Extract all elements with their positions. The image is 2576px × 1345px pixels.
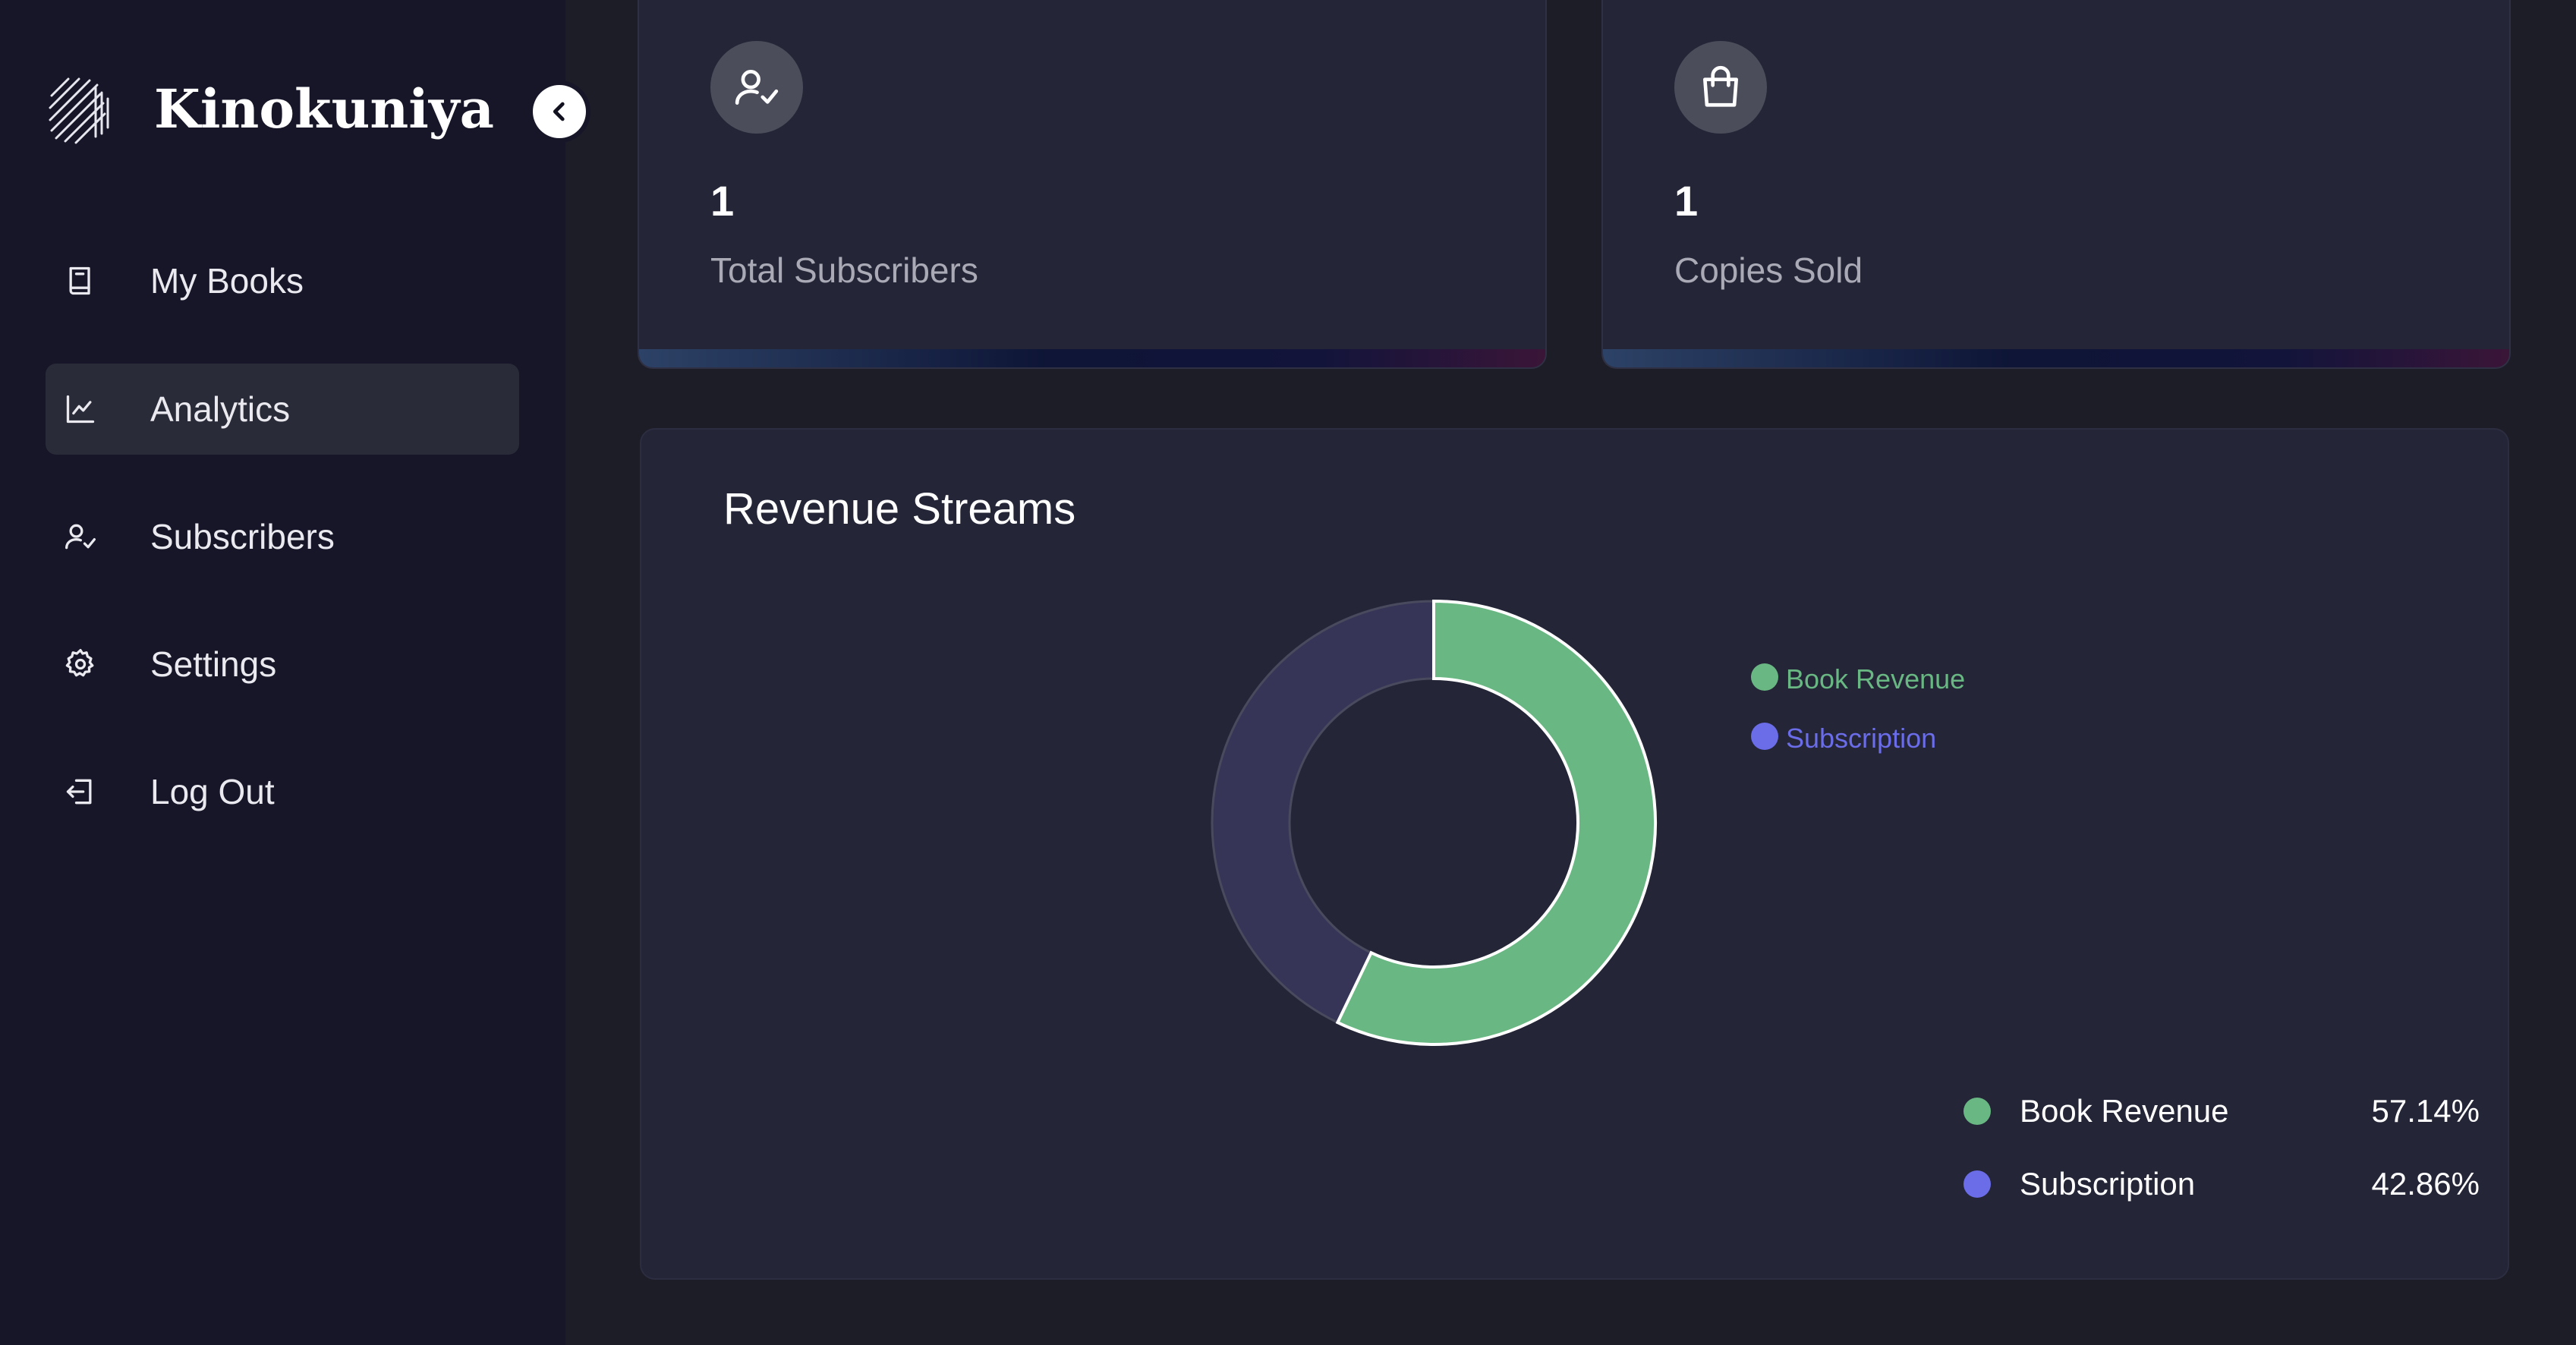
logout-icon [66, 779, 92, 805]
user-check-icon [735, 70, 779, 105]
sidebar-item-analytics[interactable]: Analytics [46, 364, 519, 455]
breakdown-row: Subscription 42.86% [1963, 1148, 2480, 1221]
breakdown-percent: 42.86% [2371, 1166, 2480, 1202]
sidebar-item-my-books[interactable]: My Books [46, 235, 519, 326]
sidebar-item-subscribers[interactable]: Subscribers [46, 491, 519, 582]
sidebar-item-settings[interactable]: Settings [46, 619, 519, 710]
stat-label: Copies Sold [1674, 250, 1863, 290]
sidebar-item-label: Analytics [150, 389, 291, 429]
stat-label: Total Subscribers [710, 250, 978, 290]
stat-icon-circle [1674, 41, 1767, 134]
book-icon [69, 266, 90, 295]
user-check-icon [65, 524, 96, 550]
breakdown-dot [1963, 1098, 1991, 1125]
breakdown-row: Book Revenue 57.14% [1963, 1075, 2480, 1148]
breakdown-name: Subscription [2020, 1166, 2196, 1202]
stat-icon-circle [710, 41, 803, 134]
sidebar: Kinokuniya My Books Analytics Subscriber… [0, 0, 565, 1345]
stat-value: 1 [710, 177, 735, 225]
breakdown-dot [1963, 1170, 1991, 1198]
chart-line-icon [66, 395, 95, 424]
legend-dot [1751, 663, 1778, 691]
revenue-breakdown-list: Book Revenue 57.14% Subscription 42.86% [1963, 1075, 2480, 1221]
logo-icon [49, 77, 109, 144]
stat-value: 1 [1674, 177, 1699, 225]
sidebar-item-label: Log Out [150, 772, 275, 811]
legend-label: Book Revenue [1786, 663, 1966, 695]
collapse-sidebar-button[interactable] [533, 85, 586, 138]
sidebar-item-label: Subscribers [150, 517, 335, 556]
breakdown-name: Book Revenue [2020, 1093, 2229, 1129]
app-title: Kinokuniya [154, 77, 494, 140]
revenue-streams-panel: Revenue Streams Book Revenue Subscriptio… [640, 428, 2509, 1280]
chevron-left-icon [553, 102, 565, 121]
stat-card-total-subscribers: 1 Total Subscribers [638, 0, 1547, 369]
app-root: Kinokuniya My Books Analytics Subscriber… [0, 0, 2576, 1345]
legend-label: Subscription [1786, 723, 1937, 754]
sidebar-item-log-out[interactable]: Log Out [46, 746, 519, 837]
donut-slice-subscription[interactable] [1211, 600, 1435, 1025]
sidebar-item-label: My Books [150, 261, 304, 301]
legend-dot [1751, 723, 1778, 750]
sidebar-item-label: Settings [150, 644, 277, 684]
gear-icon [65, 649, 94, 677]
shopping-bag-icon [1703, 65, 1738, 107]
stat-card-accent-bar [1603, 349, 2509, 367]
breakdown-percent: 57.14% [2371, 1093, 2480, 1129]
stat-card-accent-bar [639, 349, 1545, 367]
stat-card-copies-sold: 1 Copies Sold [1601, 0, 2511, 369]
